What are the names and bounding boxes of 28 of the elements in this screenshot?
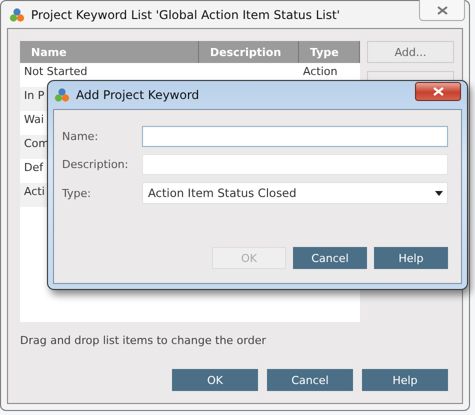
- app-icon: [54, 87, 70, 103]
- close-button[interactable]: [415, 82, 461, 101]
- column-header[interactable]: Type: [299, 41, 360, 63]
- table-cell: Wai: [24, 113, 44, 126]
- dialog-button[interactable]: Cancel: [267, 369, 353, 391]
- table-cell: Action: [303, 65, 338, 78]
- table-cell: Not Started: [24, 65, 88, 78]
- field-label: Description:: [62, 158, 130, 171]
- dropdown-arrow-icon: [435, 190, 443, 196]
- table-cell: In P: [24, 89, 44, 102]
- field-label: Name:: [62, 130, 100, 143]
- column-header[interactable]: Name: [20, 41, 199, 63]
- table-cell: Acti: [24, 185, 45, 198]
- text-field[interactable]: [142, 126, 448, 147]
- side-button[interactable]: Add...: [367, 41, 454, 63]
- close-icon: [432, 87, 444, 96]
- dialog-button[interactable]: Cancel: [293, 247, 367, 269]
- hint-text: Drag and drop list items to change the order: [20, 334, 268, 347]
- app-icon: [9, 6, 25, 22]
- field-label: Type:: [62, 186, 92, 200]
- dialog-button[interactable]: Help: [374, 247, 448, 269]
- dialog-button[interactable]: Help: [362, 369, 448, 391]
- type-dropdown[interactable]: Action Item Status Closed: [142, 182, 448, 204]
- dialog-button[interactable]: OK: [172, 369, 258, 391]
- column-header[interactable]: Description: [199, 41, 299, 63]
- dialog-title: Add Project Keyword: [76, 88, 200, 102]
- close-icon: [436, 6, 448, 14]
- window-title: Project Keyword List 'Global Action Item Status List': [31, 8, 340, 22]
